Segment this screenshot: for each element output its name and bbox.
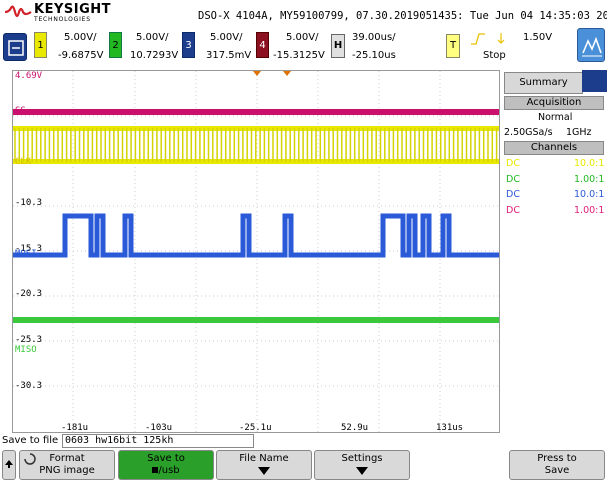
y-label-3: -20.3 [15, 289, 43, 299]
submenu-arrow-icon [258, 467, 270, 475]
y-label-1: -10.3 [15, 198, 43, 208]
ch1-badge[interactable]: 1 [34, 32, 47, 58]
settings-label: Settings [341, 453, 383, 464]
x-label-1: -103u [145, 423, 173, 433]
mosi-label: MOSI [15, 249, 37, 259]
press-to-label: Press to [537, 453, 577, 464]
submenu-arrow-icon [356, 467, 368, 475]
x-label-2: -25.1u [239, 423, 272, 433]
ch1-scale: 5.00V/ [64, 32, 97, 43]
horizontal-badge[interactable]: H [331, 34, 345, 58]
save-to-softkey[interactable]: Save to /usb [118, 450, 214, 480]
delay-marker [283, 71, 291, 76]
delay-value: -25.10us [352, 50, 396, 61]
x-label-4: 131us [436, 423, 464, 433]
miso-label: MISO [15, 345, 37, 355]
ss-label: SS [15, 106, 26, 116]
ch4-badge[interactable]: 4 [256, 32, 269, 58]
waveform-graticule [13, 71, 499, 432]
trigger-source-icon [497, 33, 505, 44]
save-to-value: /usb [158, 465, 180, 476]
trigger-edge-icon [471, 33, 485, 45]
ch1-coupling: DC [506, 158, 520, 169]
miso-trace [13, 317, 499, 323]
nav-arrows-icon [8, 40, 24, 56]
ch4-offset: -15.3125V [273, 50, 325, 61]
timebase-value: 39.00us/ [352, 32, 396, 43]
ch4-coupling: DC [506, 205, 520, 216]
ch2-scale: 5.00V/ [136, 32, 169, 43]
acq-mode: Normal [538, 112, 573, 123]
press-to-save-softkey[interactable]: Press to Save [509, 450, 605, 480]
summary-tab[interactable]: Summary [504, 72, 583, 94]
acquisition-header: Acquisition [504, 96, 604, 110]
instrument-title: DSO-X 4104A, MY59100799, 07.30.201905143… [198, 10, 607, 22]
up-arrow-icon [5, 460, 13, 468]
y-label-5: -30.3 [15, 381, 43, 391]
clk-trace [13, 126, 499, 164]
x-label-3: 52.9u [341, 423, 369, 433]
ch3-badge[interactable]: 3 [182, 32, 195, 58]
ch3-coupling: DC [506, 189, 520, 200]
channel-bar: 1 5.00V/ -9.6875V 2 5.00V/ 10.7293V 3 5.… [0, 28, 607, 70]
y-label-top: 4.69V [15, 71, 43, 81]
ch3-scale: 5.00V/ [210, 32, 243, 43]
panel-blue-tab[interactable] [582, 70, 607, 92]
brand-sub: TECHNOLOGIES [34, 16, 91, 23]
x-label-0: -181u [61, 423, 89, 433]
ch3-probe: 10.0:1 [574, 189, 605, 200]
filename-field[interactable]: 0603 hw16bit 125kh [62, 434, 254, 448]
format-value: PNG image [39, 465, 95, 476]
rotate-select-icon [24, 453, 36, 465]
clk-label: CLK [15, 157, 32, 167]
save-to-value-row: /usb [119, 465, 213, 477]
ch2-offset: 10.7293V [130, 50, 179, 61]
menu-nav-button[interactable] [3, 33, 27, 61]
display-mode-button[interactable] [577, 28, 605, 62]
settings-softkey[interactable]: Settings [314, 450, 410, 480]
bandwidth: 1GHz [566, 127, 592, 138]
save-label: Save [544, 465, 570, 476]
back-button[interactable] [2, 450, 16, 480]
ch1-offset: -9.6875V [58, 50, 104, 61]
ch3-offset: 317.5mV [206, 50, 252, 61]
brand-name: KEYSIGHT [34, 2, 111, 17]
keysight-wave-icon [4, 5, 32, 18]
ss-trace [13, 109, 499, 115]
save-to-title: Save to [147, 453, 185, 464]
ch2-probe: 1.00:1 [574, 174, 605, 185]
ch2-badge[interactable]: 2 [109, 32, 122, 58]
file-name-softkey[interactable]: File Name [216, 450, 312, 480]
format-softkey[interactable]: Format PNG image [19, 450, 115, 480]
wave-display-icon [582, 36, 602, 57]
keysight-logo: KEYSIGHT TECHNOLOGIES [4, 2, 111, 28]
waveform-display[interactable]: 4.69V -10.3 -15.3 -20.3 -25.3 -30.3 SS C… [12, 70, 500, 433]
softkey-bar: Format PNG image Save to /usb File Name … [0, 450, 607, 480]
trigger-position-marker [253, 71, 261, 76]
ch4-scale: 5.00V/ [286, 32, 319, 43]
ch1-probe: 10.0:1 [574, 158, 605, 169]
trigger-level: 1.50V [523, 32, 553, 43]
file-name-label: File Name [239, 453, 289, 464]
right-panel: Summary Acquisition Normal 2.50GSa/s 1GH… [502, 70, 607, 433]
trigger-badge[interactable]: T [446, 34, 460, 58]
save-to-file-label: Save to file = [2, 435, 70, 446]
ch4-probe: 1.00:1 [574, 205, 605, 216]
ch2-coupling: DC [506, 174, 520, 185]
channels-header: Channels [504, 141, 604, 155]
y-label-4: -25.3 [15, 335, 43, 345]
sample-rate: 2.50GSa/s [504, 127, 553, 138]
run-state: Stop [483, 50, 506, 61]
